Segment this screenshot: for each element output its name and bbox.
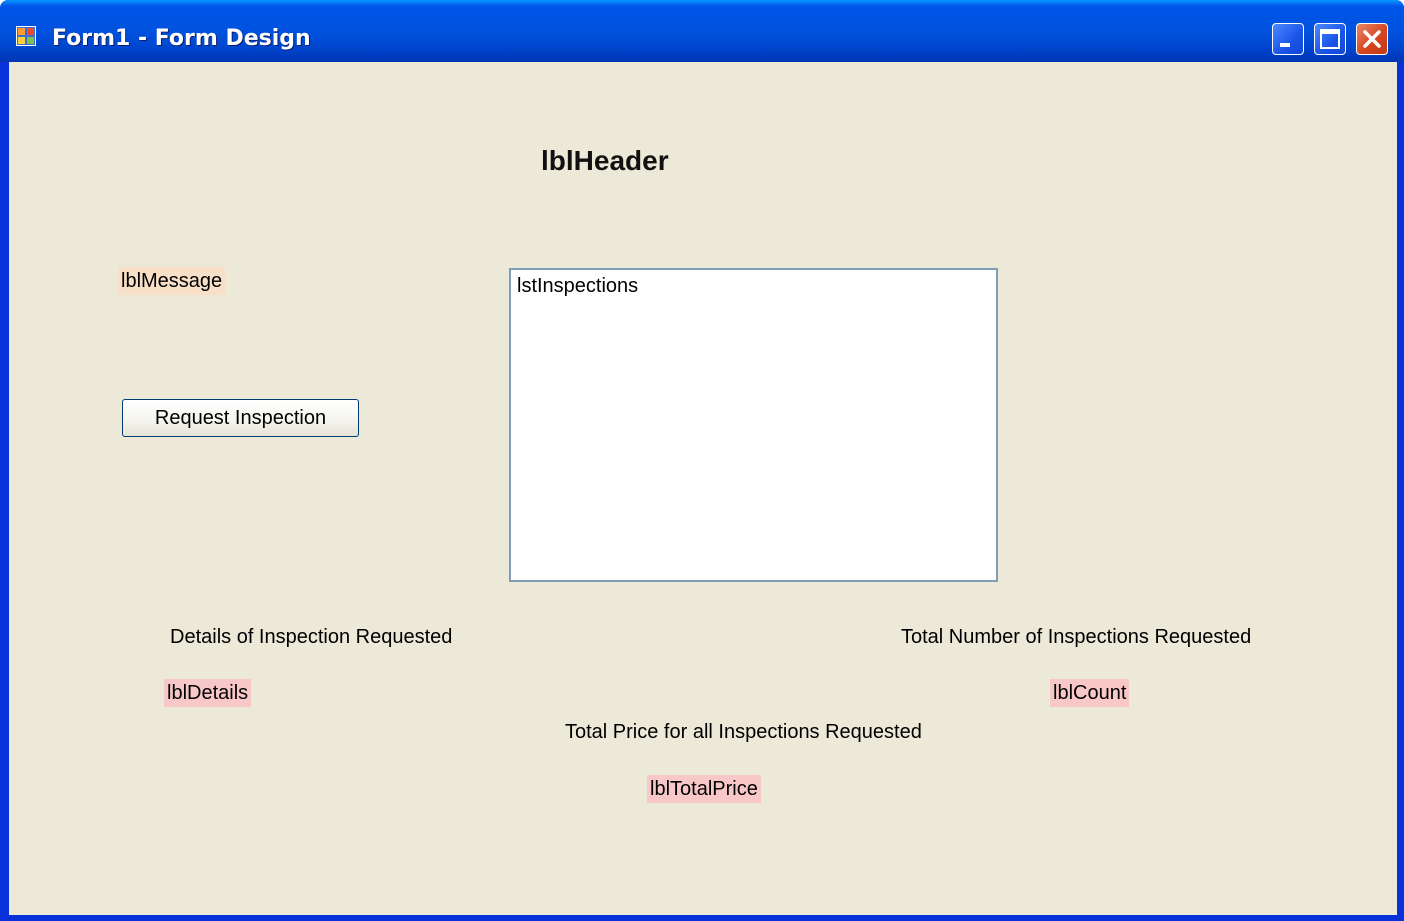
title-bar[interactable]: Form1 - Form Design [0,0,1404,62]
request-inspection-button[interactable]: Request Inspection [122,399,359,437]
count-caption-label: Total Number of Inspections Requested [901,626,1252,648]
window-title: Form1 - Form Design [52,26,311,51]
form-client-area: lblHeader lblMessage Request Inspection … [9,62,1397,915]
form1-window: Form1 - Form Design lblHeader lblMessage… [0,0,1404,921]
details-caption-label: Details of Inspection Requested [170,626,453,648]
list-item[interactable]: lstInspections [517,272,638,300]
close-icon [1363,30,1381,48]
maximize-icon [1320,29,1340,49]
total-price-caption-label: Total Price for all Inspections Requeste… [565,721,922,743]
form-app-icon [16,26,36,46]
header-label: lblHeader [541,145,669,176]
minimize-icon [1280,43,1290,47]
count-value-label: lblCount [1050,679,1130,707]
close-button[interactable] [1356,23,1388,55]
maximize-button[interactable] [1314,23,1346,55]
details-value-label: lblDetails [164,679,252,707]
total-price-value-label: lblTotalPrice [647,775,761,803]
message-label: lblMessage [118,267,226,295]
minimize-button[interactable] [1272,23,1304,55]
inspections-listbox[interactable]: lstInspections [509,268,998,582]
